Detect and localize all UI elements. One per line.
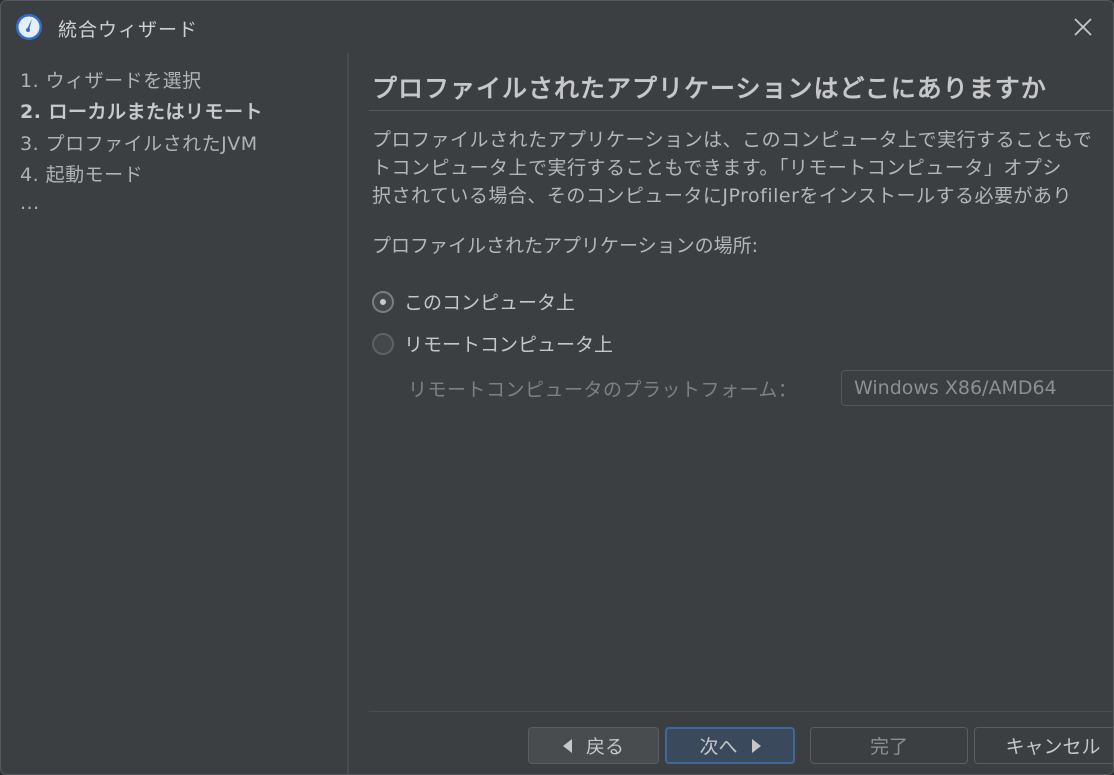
arrow-left-icon (562, 738, 572, 753)
radio-label-remote-computer: リモートコンピュータ上 (404, 334, 614, 356)
step-local-or-remote: 2. ローカルまたはリモート (20, 101, 264, 123)
next-button-label: 次へ (699, 736, 738, 758)
page-heading: プロファイルされたアプリケーションはどこにありますか (372, 74, 1047, 103)
cancel-button[interactable]: キャンセル (974, 727, 1113, 764)
remote-platform-select[interactable]: Windows X86/AMD64 (841, 370, 1113, 406)
heading-divider (369, 110, 1113, 111)
title-bar: 統合ウィザード (1, 1, 1113, 53)
step-profiled-jvm: 3. プロファイルされたJVM (20, 133, 258, 155)
finish-button-label: 完了 (869, 736, 908, 758)
back-button[interactable]: 戻る (528, 727, 659, 764)
next-button[interactable]: 次へ (665, 727, 795, 764)
close-icon (1074, 18, 1092, 36)
jprofiler-app-icon (16, 14, 42, 40)
footer-divider (369, 711, 1113, 712)
step-startup-mode: 4. 起動モード (20, 164, 144, 186)
step-more: ... (20, 192, 40, 214)
radio-label-this-computer: このコンピュータ上 (404, 292, 576, 314)
close-button[interactable] (1067, 11, 1099, 43)
arrow-right-icon (751, 738, 761, 753)
wizard-steps-sidebar: 1. ウィザードを選択 2. ローカルまたはリモート 3. プロファイルされたJ… (1, 53, 349, 774)
radio-button-unchecked[interactable] (372, 332, 394, 355)
remote-platform-label: リモートコンピュータのプラットフォーム： (408, 379, 798, 401)
cancel-button-label: キャンセル (1005, 736, 1101, 758)
radio-remote-computer[interactable]: リモートコンピュータ上 (372, 330, 613, 357)
radio-button-checked[interactable] (372, 290, 394, 313)
description-line-2: トコンピュータ上で実行することもできます。「リモートコンピュータ」オプシ (372, 157, 1062, 179)
location-label: プロファイルされたアプリケーションの場所: (372, 235, 759, 257)
integration-wizard-window: 統合ウィザード 1. ウィザードを選択 2. ローカルまたはリモート 3. プロ… (0, 0, 1114, 775)
step-select-wizard: 1. ウィザードを選択 (20, 70, 202, 92)
finish-button[interactable]: 完了 (810, 727, 968, 764)
radio-this-computer[interactable]: このコンピュータ上 (372, 288, 575, 315)
back-button-label: 戻る (585, 736, 624, 758)
description-line-1: プロファイルされたアプリケーションは、このコンピュータ上で実行することもで (372, 129, 1093, 151)
description-line-3: 択されている場合、そのコンピュータにJProfilerをインストールする必要があ… (372, 185, 1073, 207)
window-title: 統合ウィザード (58, 19, 199, 41)
wizard-content: プロファイルされたアプリケーションはどこにありますか プロファイルされたアプリケ… (351, 53, 1113, 774)
